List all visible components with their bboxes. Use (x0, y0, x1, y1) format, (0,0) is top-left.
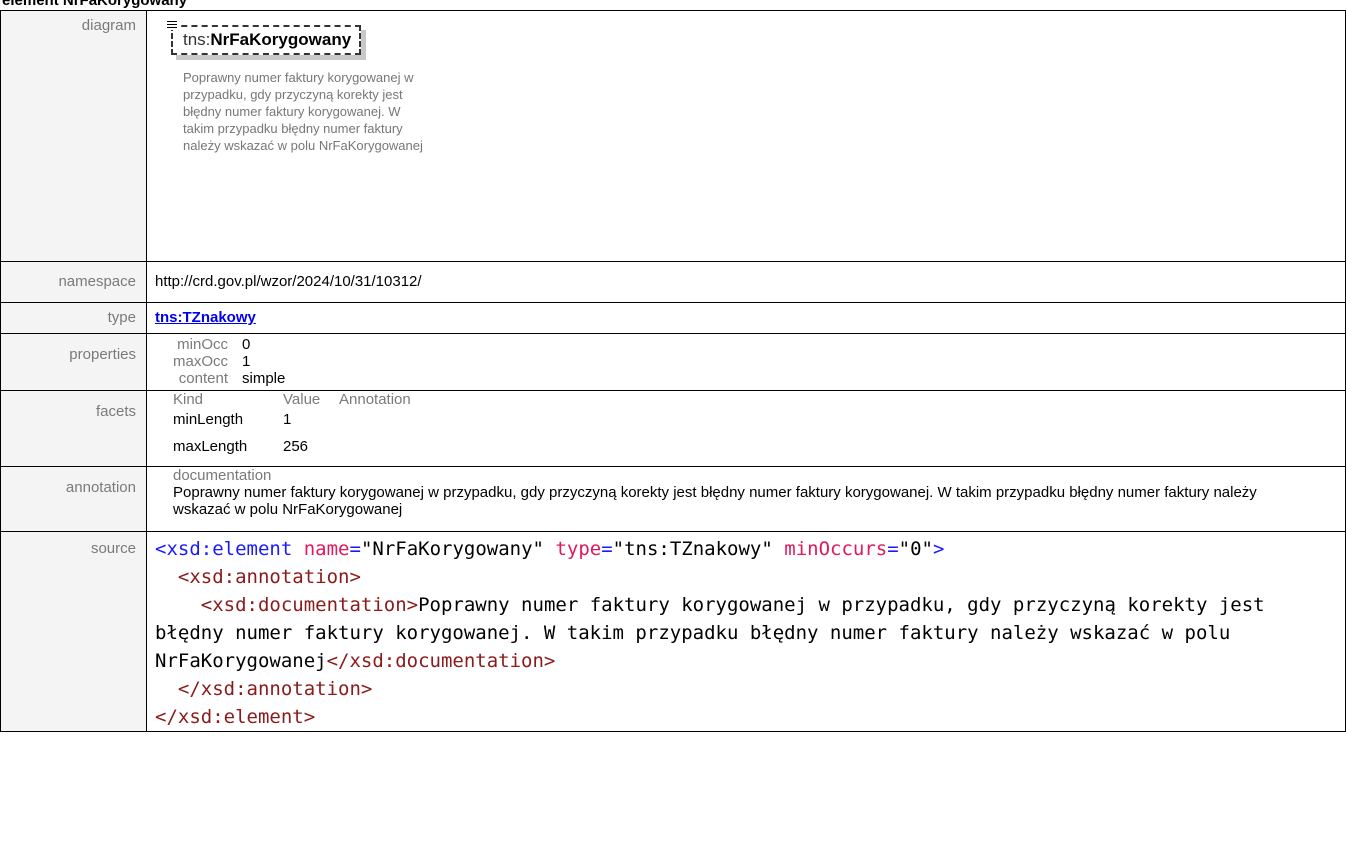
property-value: 1 (242, 353, 251, 370)
src-annotation-open: <xsd:annotation> (177, 566, 361, 588)
element-diagram: tns:NrFaKorygowany Poprawny numer faktur… (167, 21, 441, 154)
properties-cell: minOcc 0 maxOcc 1 content simple (146, 333, 1346, 391)
properties-row: properties minOcc 0 maxOcc 1 content simple (0, 333, 1346, 391)
property-row: content simple (173, 370, 286, 387)
annotation-row: annotation documentation Poprawny numer … (0, 466, 1346, 532)
type-row: type tns:TZnakowy (0, 302, 1346, 334)
element-prefix: tns: (183, 30, 211, 49)
source-cell: <xsd:element name="NrFaKorygowany" type=… (146, 531, 1346, 732)
diagram-label: diagram (0, 10, 147, 262)
src-attr-name: name (303, 538, 350, 560)
annotation-doc-label: documentation (173, 467, 272, 484)
property-value: 0 (242, 336, 251, 353)
src-documentation-close: </xsd:documentation> (326, 650, 556, 672)
element-node[interactable]: tns:NrFaKorygowany (167, 21, 362, 55)
property-value: simple (242, 370, 286, 387)
property-key: content (178, 370, 229, 387)
facet-kind: minLength (173, 411, 244, 428)
facets-header-value: Value (283, 391, 321, 408)
src-element-close: </xsd:element> (155, 706, 316, 728)
property-key: minOcc (177, 336, 229, 353)
namespace-value: http://crd.gov.pl/wzor/2024/10/31/10312/ (146, 261, 1346, 303)
type-cell: tns:TZnakowy (146, 302, 1346, 334)
type-link[interactable]: tns:TZnakowy (155, 309, 256, 326)
source-row: source <xsd:element name="NrFaKorygowany… (0, 531, 1346, 732)
namespace-label: namespace (0, 261, 147, 303)
src-close-gt: > (933, 538, 945, 560)
facets-cell: Kind Value Annotation minLength 1 maxLen… (146, 390, 1346, 467)
element-name: NrFaKorygowany (210, 30, 352, 49)
src-attr-type-value: "tns:TZnakowy" (612, 538, 773, 560)
facets-row: facets Kind Value Annotation minLength 1… (0, 390, 1346, 467)
properties-label: properties (0, 333, 147, 391)
annotation-text: Poprawny numer faktury korygowanej w prz… (173, 484, 1257, 518)
src-attr-min: minOccurs (784, 538, 888, 560)
source-label: source (0, 531, 147, 732)
property-key: maxOcc (173, 353, 229, 370)
property-row: minOcc 0 (173, 336, 285, 353)
facets-header-annotation: Annotation (339, 391, 411, 408)
facet-row: maxLength 256 (173, 434, 411, 456)
source-code: <xsd:element name="NrFaKorygowany" type=… (155, 538, 1277, 728)
diagram-documentation: Poprawny numer faktury korygowanej w prz… (183, 70, 423, 153)
facet-row: minLength 1 (173, 408, 411, 434)
facet-kind: maxLength (173, 438, 248, 455)
element-detail-table: diagram tns:NrFaKorygowany Poprawny nume… (0, 10, 1346, 732)
type-label: type (0, 302, 147, 334)
src-documentation-open: <xsd:documentation> (200, 594, 419, 616)
src-open-tag: <xsd:element (155, 538, 293, 560)
annotation-cell: documentation Poprawny numer faktury kor… (146, 466, 1346, 532)
facet-value: 256 (283, 438, 309, 455)
src-attr-min-value: "0" (898, 538, 933, 560)
facets-table: Kind Value Annotation minLength 1 maxLen… (173, 391, 411, 456)
property-row: maxOcc 1 (173, 353, 285, 370)
documentation-lines-icon (167, 21, 177, 30)
diagram-row: diagram tns:NrFaKorygowany Poprawny nume… (0, 10, 1346, 262)
src-annotation-close: </xsd:annotation> (177, 678, 373, 700)
diagram-cell: tns:NrFaKorygowany Poprawny numer faktur… (146, 10, 1346, 262)
facets-header: Kind Value Annotation (173, 391, 411, 408)
page-title: element NrFaKorygowany (2, 0, 188, 9)
properties-table: minOcc 0 maxOcc 1 content simple (173, 336, 285, 387)
facets-label: facets (0, 390, 147, 467)
src-attr-type: type (555, 538, 602, 560)
src-attr-name-value: "NrFaKorygowany" (360, 538, 544, 560)
namespace-row: namespace http://crd.gov.pl/wzor/2024/10… (0, 261, 1346, 303)
facet-value: 1 (283, 411, 292, 428)
annotation-label: annotation (0, 466, 147, 532)
facets-header-kind: Kind (173, 391, 204, 408)
